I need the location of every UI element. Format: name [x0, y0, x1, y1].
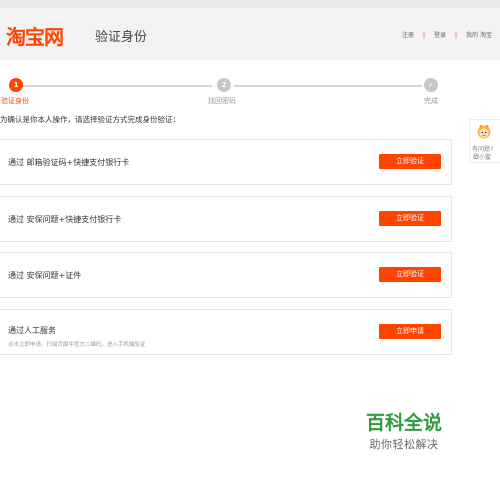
my-taobao-link[interactable]: 我的 淘宝	[466, 30, 492, 39]
instruction-text: 为确认是你本人操作，请选择验证方式完成身份验证：	[0, 115, 180, 124]
step-3-check-icon: ✓	[424, 78, 438, 92]
step-2-circle: 2	[217, 78, 231, 92]
watermark-subtitle: 助你轻松解决	[369, 438, 439, 451]
step-connector	[20, 85, 212, 87]
option-title: 通过 安保问题+快捷支付银行卡	[8, 215, 122, 224]
header: 淘宝网 验证身份 注册 | 登录 | 我的 淘宝	[0, 8, 500, 60]
verify-now-button[interactable]: 立即验证	[379, 154, 441, 169]
step-1-label: 验证身份	[1, 97, 29, 105]
option-description: 点击立即申请，扫描页面中官方二维码，进入手机端验证	[8, 342, 146, 348]
option-title: 通过人工服务	[8, 326, 56, 335]
step-connector	[234, 85, 422, 87]
help-widget[interactable]: 有问题? 戳小蜜	[469, 119, 500, 163]
option-title: 通过 邮箱验证码+快捷支付银行卡	[8, 158, 130, 167]
verify-now-button[interactable]: 立即验证	[379, 211, 441, 226]
taobao-logo[interactable]: 淘宝网	[6, 21, 64, 50]
watermark-title: 百科全说	[366, 412, 443, 434]
step-2-label: 找回密码	[208, 97, 236, 105]
top-bar	[0, 0, 500, 8]
login-link[interactable]: 登录	[434, 30, 446, 39]
page-title: 验证身份	[95, 30, 148, 45]
register-link[interactable]: 注册	[402, 30, 414, 39]
step-1-circle: 1	[9, 78, 23, 92]
verify-now-button[interactable]: 立即验证	[379, 267, 441, 282]
help-text: 戳小蜜	[473, 154, 492, 161]
verify-option-card: 通过 安保问题+证件 立即验证	[0, 252, 452, 298]
verify-option-card: 通过人工服务 点击立即申请，扫描页面中官方二维码，进入手机端验证 立即申请	[0, 309, 452, 355]
verify-option-card: 通过 邮箱验证码+快捷支付银行卡 立即验证	[0, 139, 452, 185]
verify-option-card: 通过 安保问题+快捷支付银行卡 立即验证	[0, 196, 452, 242]
link-divider: |	[423, 32, 426, 39]
apply-now-button[interactable]: 立即申请	[379, 324, 441, 339]
watermark: 百科全说 助你轻松解决	[366, 408, 442, 452]
link-divider: |	[455, 32, 458, 39]
progress-steps: 1 验证身份 2 找回密码 ✓ 完成	[0, 75, 450, 105]
assistant-avatar-icon	[477, 124, 491, 139]
option-title: 通过 安保问题+证件	[8, 271, 82, 280]
top-links: 注册 | 登录 | 我的 淘宝	[402, 30, 492, 39]
step-3-label: 完成	[424, 97, 438, 105]
